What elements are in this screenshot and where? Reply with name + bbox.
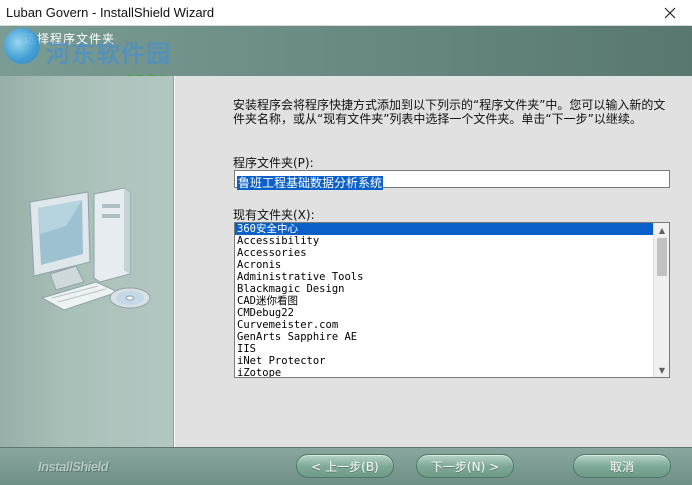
folder-list-items: 360安全中心 Accessibility Accessories Acronis Ad… xyxy=(235,223,653,377)
folder-list-item[interactable]: 360安全中心 xyxy=(235,223,653,235)
side-graphic-panel xyxy=(0,76,174,447)
folder-list-item[interactable]: iZotope xyxy=(235,367,653,377)
cancel-button[interactable]: 取消 xyxy=(573,454,671,478)
main-content: 安装程序会将程序快捷方式添加到以下列示的“程序文件夹”中。您可以输入新的文件夹名… xyxy=(175,76,692,447)
computer-disc-icon xyxy=(29,187,151,311)
scroll-up-icon[interactable]: ▲ xyxy=(654,223,669,237)
watermark-logo-icon xyxy=(4,28,40,64)
header-banner: 选择程序文件夹 河东软件园 www.pc0359.cn xyxy=(0,26,692,90)
folder-list-item[interactable]: Acronis xyxy=(235,259,653,271)
program-folder-label: 程序文件夹(P): xyxy=(233,156,314,170)
close-button[interactable] xyxy=(648,0,692,26)
existing-folders-label: 现有文件夹(X): xyxy=(233,208,315,222)
title-bar: Luban Govern - InstallShield Wizard xyxy=(0,0,692,26)
folder-list-item[interactable]: Curvemeister.com xyxy=(235,319,653,331)
window-title: Luban Govern - InstallShield Wizard xyxy=(6,5,215,20)
watermark-site-name: 河东软件园 xyxy=(46,40,171,68)
folder-list-item[interactable]: IIS xyxy=(235,343,653,355)
scroll-down-icon[interactable]: ▼ xyxy=(654,363,669,377)
folder-list-item[interactable]: iNet Protector xyxy=(235,355,653,367)
folder-list-item[interactable]: Accessibility xyxy=(235,235,653,247)
folder-list-item[interactable]: CAD迷你看图 xyxy=(235,295,653,307)
folder-list-item[interactable]: Accessories xyxy=(235,247,653,259)
folder-list-item[interactable]: CMDebug22 xyxy=(235,307,653,319)
program-folder-value: 鲁班工程基础数据分析系统 xyxy=(237,176,384,190)
back-button[interactable]: < 上一步(B) xyxy=(296,454,394,478)
close-icon xyxy=(664,7,676,19)
folder-list-item[interactable]: GenArts Sapphire AE xyxy=(235,331,653,343)
list-scrollbar[interactable]: ▲ ▼ xyxy=(653,223,669,377)
existing-folders-list[interactable]: 360安全中心 Accessibility Accessories Acronis Ad… xyxy=(234,222,670,378)
scroll-thumb[interactable] xyxy=(657,238,667,276)
folder-list-item[interactable]: Blackmagic Design xyxy=(235,283,653,295)
button-bar: InstallShield < 上一步(B) 下一步(N) > 取消 xyxy=(0,447,692,485)
installshield-logo: InstallShield xyxy=(38,459,109,474)
instruction-text: 安装程序会将程序快捷方式添加到以下列示的“程序文件夹”中。您可以输入新的文件夹名… xyxy=(233,98,666,126)
next-button[interactable]: 下一步(N) > xyxy=(416,454,514,478)
folder-list-item[interactable]: Administrative Tools xyxy=(235,271,653,283)
program-folder-input[interactable]: 鲁班工程基础数据分析系统 xyxy=(234,170,670,190)
